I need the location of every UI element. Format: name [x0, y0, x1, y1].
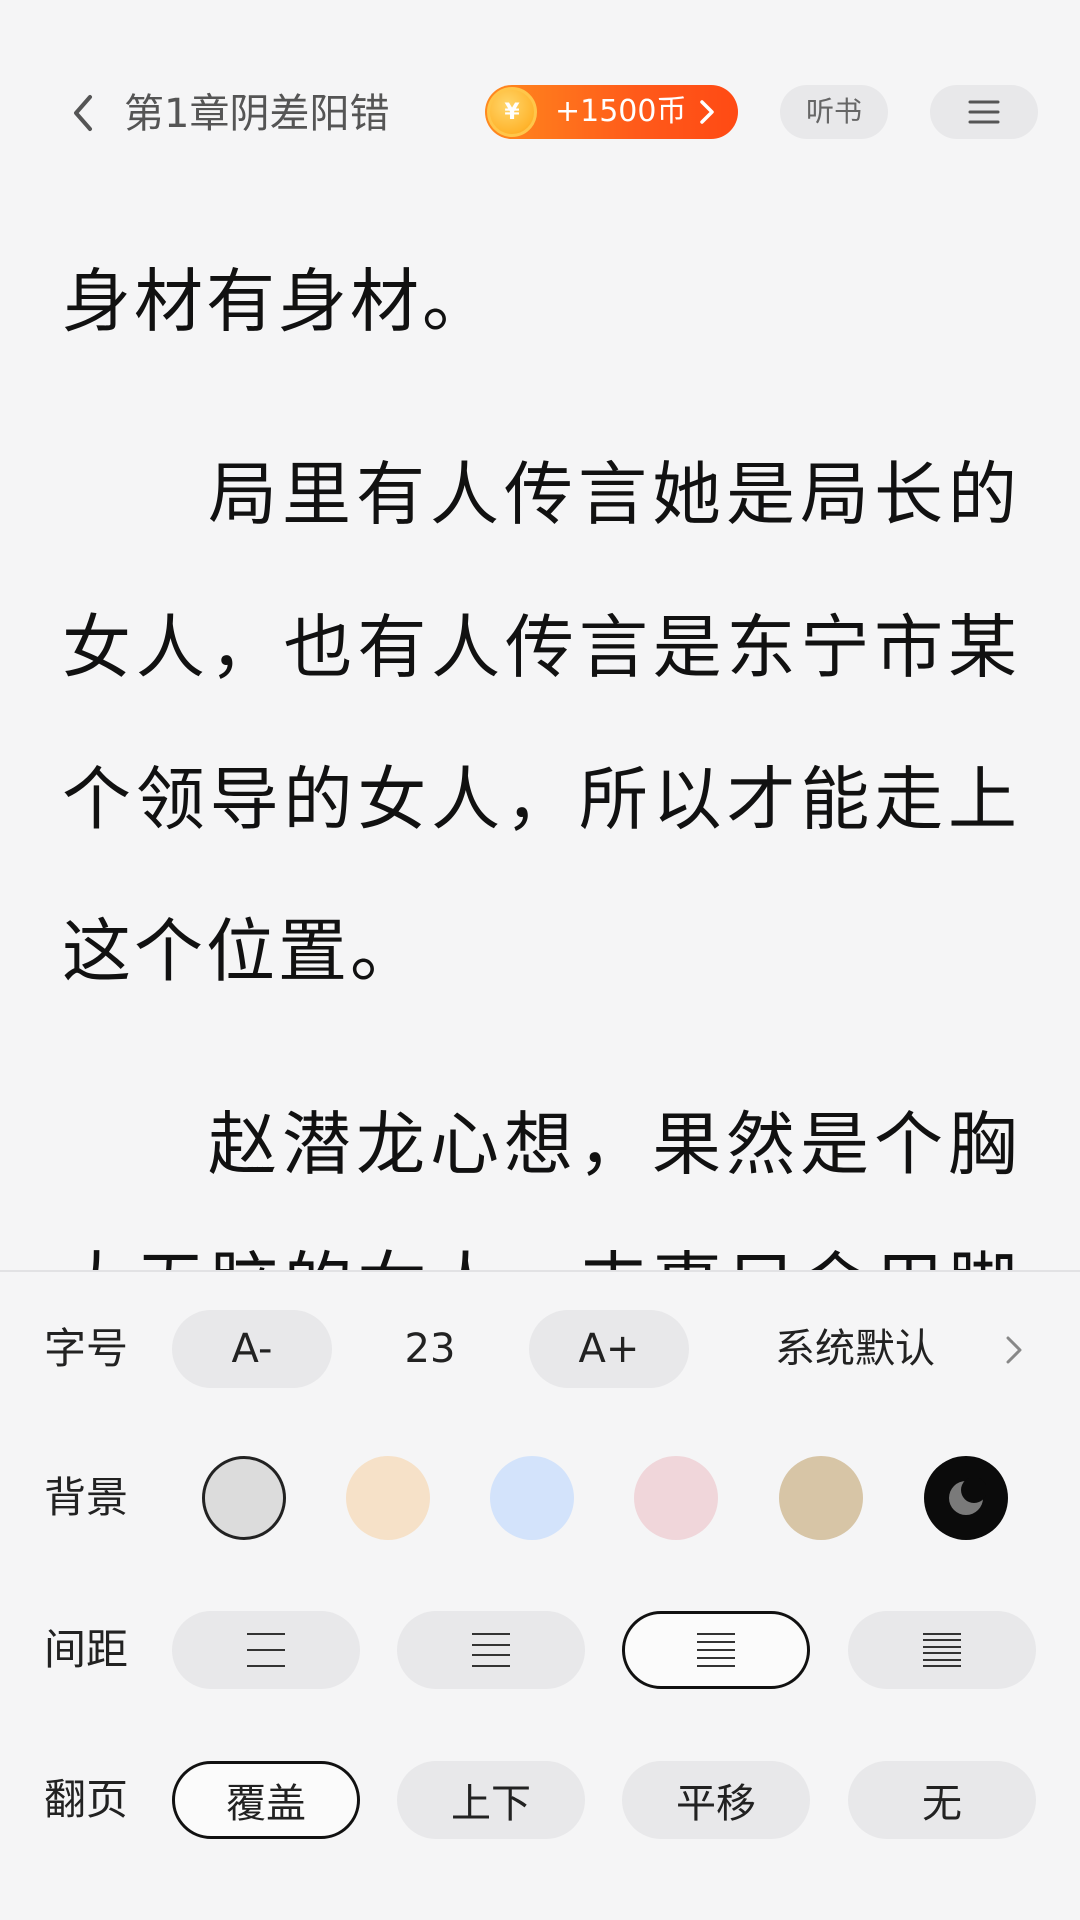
spacing-loose-icon	[247, 1633, 285, 1667]
reading-settings-panel: 字号 A- 23 A+ 系统默认 背景 间距 翻页 覆盖 上下 平移 无	[0, 1270, 1080, 1920]
background-swatch-night[interactable]	[924, 1456, 1008, 1540]
text-line: 女人，也有人传言是东宁市某	[62, 608, 1020, 688]
font-size-label: 字号	[44, 1324, 129, 1373]
spacing-medium-icon	[472, 1633, 510, 1667]
chapter-title[interactable]: 第1章阴差阳错	[124, 86, 389, 142]
background-swatch-gray[interactable]	[202, 1456, 286, 1540]
spacing-label: 间距	[44, 1625, 129, 1674]
coin-reward-label: +1500币	[555, 94, 687, 129]
chevron-right-icon[interactable]	[1002, 1334, 1026, 1366]
back-button[interactable]	[58, 88, 108, 138]
font-size-value: 23	[404, 1326, 456, 1372]
chevron-left-icon	[74, 95, 92, 131]
reading-content[interactable]: 身材有身材。 局里有人传言她是局长的 女人，也有人传言是东宁市某 个领导的女人，…	[0, 160, 1080, 1270]
listen-book-button[interactable]: 听书	[780, 85, 888, 139]
spacing-option-loose[interactable]	[172, 1611, 360, 1689]
spacing-compact-icon	[697, 1633, 735, 1667]
coin-icon: ¥	[487, 87, 537, 137]
spacing-option-compact[interactable]	[622, 1611, 810, 1689]
menu-button[interactable]	[930, 85, 1038, 139]
coin-reward-button[interactable]: ¥ +1500币	[485, 85, 738, 139]
font-face-selector[interactable]: 系统默认	[755, 1310, 955, 1388]
moon-icon	[949, 1478, 986, 1515]
spacing-option-dense[interactable]	[848, 1611, 1036, 1689]
font-decrease-button[interactable]: A-	[172, 1310, 332, 1388]
page-turn-cover-button[interactable]: 覆盖	[172, 1761, 360, 1839]
text-line: 身材有身材。	[62, 262, 494, 342]
background-swatch-blue[interactable]	[490, 1456, 574, 1540]
page-turn-none-button[interactable]: 无	[848, 1761, 1036, 1839]
text-line: 局里有人传言她是局长的	[208, 455, 1020, 535]
background-swatch-pink[interactable]	[634, 1456, 718, 1540]
font-increase-button[interactable]: A+	[529, 1310, 689, 1388]
text-line: 赵潜龙心想，果然是个胸	[208, 1105, 1020, 1185]
text-line: 这个位置。	[62, 912, 422, 992]
menu-icon	[968, 100, 1000, 124]
text-line: 个领导的女人，所以才能走上	[62, 760, 1020, 840]
page-turn-vertical-button[interactable]: 上下	[397, 1761, 585, 1839]
background-swatch-beige[interactable]	[346, 1456, 430, 1540]
page-turn-label: 翻页	[44, 1775, 129, 1824]
chevron-right-icon	[700, 100, 714, 124]
background-label: 背景	[44, 1473, 129, 1522]
reader-header: 第1章阴差阳错 ¥ +1500币 听书	[0, 0, 1080, 170]
page-turn-slide-button[interactable]: 平移	[622, 1761, 810, 1839]
spacing-dense-icon	[923, 1633, 961, 1667]
text-line: 大无脑的女人，丰事只会用脚	[62, 1245, 1020, 1270]
spacing-option-medium[interactable]	[397, 1611, 585, 1689]
background-swatch-tan[interactable]	[779, 1456, 863, 1540]
